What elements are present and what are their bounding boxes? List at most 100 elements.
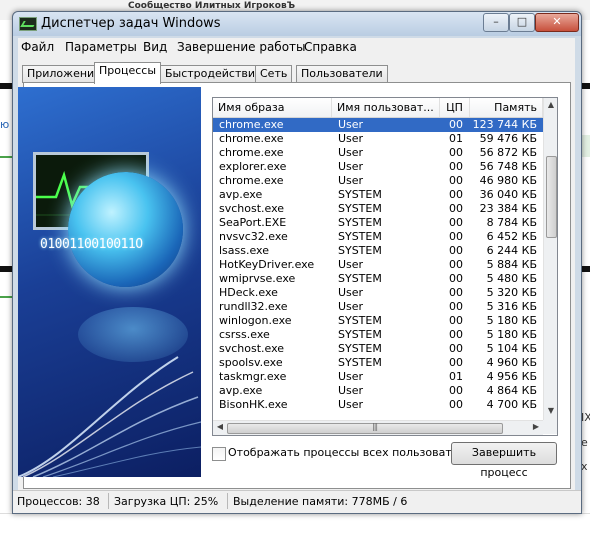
process-user: SYSTEM — [338, 202, 382, 215]
scroll-up-icon[interactable]: ▲ — [544, 100, 557, 109]
tab-users[interactable]: Пользователи — [296, 65, 388, 83]
column-cpu[interactable]: ЦП — [440, 98, 470, 117]
end-process-button[interactable]: Завершить процесс — [451, 442, 557, 479]
table-row[interactable]: avp.exe SYSTEM 00 36 040 КБ — [213, 188, 543, 202]
tab-performance[interactable]: Быстродействие — [160, 65, 267, 83]
table-row[interactable]: rundll32.exe User 00 5 316 КБ — [213, 300, 543, 314]
status-bar: Процессов: 38 Загрузка ЦП: 25% Выделение… — [13, 490, 581, 513]
process-rows: chrome.exe User 00 123 744 КБ chrome.exe User… — [213, 118, 543, 412]
scroll-left-icon[interactable]: ◀ — [213, 422, 227, 431]
process-cpu: 01 — [449, 370, 463, 383]
status-divider — [227, 493, 228, 509]
process-cpu: 00 — [449, 216, 463, 229]
menu-help[interactable]: Справка — [304, 40, 357, 54]
table-row[interactable]: csrss.exe SYSTEM 00 5 180 КБ — [213, 328, 543, 342]
table-row[interactable]: chrome.exe User 00 123 744 КБ — [213, 118, 543, 132]
status-process-count: Процессов: 38 — [17, 495, 100, 508]
table-row[interactable]: HotKeyDriver.exe User 00 5 884 КБ — [213, 258, 543, 272]
process-name: spoolsv.exe — [219, 356, 283, 369]
process-memory: 5 320 КБ — [486, 286, 537, 299]
table-row[interactable]: nvsvc32.exe SYSTEM 00 6 452 КБ — [213, 230, 543, 244]
process-memory: 56 748 КБ — [479, 160, 537, 173]
process-name: chrome.exe — [219, 132, 284, 145]
process-cpu: 00 — [449, 202, 463, 215]
window-title: Диспетчер задач Windows — [41, 16, 221, 31]
table-row[interactable]: BisonHK.exe User 00 4 700 КБ — [213, 398, 543, 412]
process-memory: 23 384 КБ — [479, 202, 537, 215]
close-button[interactable]: ✕ — [535, 13, 579, 32]
table-row[interactable]: taskmgr.exe User 01 4 956 КБ — [213, 370, 543, 384]
menu-options[interactable]: Параметры — [65, 40, 137, 54]
tab-network[interactable]: Сеть — [255, 65, 293, 83]
process-user: User — [338, 132, 364, 145]
process-name: BisonHK.exe — [219, 398, 288, 411]
process-memory: 59 476 КБ — [479, 132, 537, 145]
process-name: chrome.exe — [219, 146, 284, 159]
table-row[interactable]: HDeck.exe User 00 5 320 КБ — [213, 286, 543, 300]
column-user-name[interactable]: Имя пользоват... — [332, 98, 440, 117]
show-all-processes-checkbox[interactable] — [212, 447, 226, 461]
process-cpu: 00 — [449, 328, 463, 341]
background-footer — [0, 513, 590, 538]
process-memory: 4 700 КБ — [486, 398, 537, 411]
table-row[interactable]: wmiprvse.exe SYSTEM 00 5 480 КБ — [213, 272, 543, 286]
process-list[interactable]: Имя образа Имя пользоват... ЦП Память ch… — [212, 97, 558, 436]
decorative-banner: 0100110010011O — [18, 87, 201, 477]
table-row[interactable]: lsass.exe SYSTEM 00 6 244 КБ — [213, 244, 543, 258]
horizontal-scroll-thumb[interactable]: ||| — [227, 422, 503, 434]
table-row[interactable]: chrome.exe User 00 56 872 КБ — [213, 146, 543, 160]
menu-shutdown[interactable]: Завершение работы — [177, 40, 306, 54]
table-row[interactable]: avp.exe User 00 4 864 КБ — [213, 384, 543, 398]
table-row[interactable]: SeaPort.EXE SYSTEM 00 8 784 КБ — [213, 216, 543, 230]
process-name: csrss.exe — [219, 328, 270, 341]
process-cpu: 00 — [449, 272, 463, 285]
process-user: User — [338, 370, 364, 383]
maximize-button[interactable]: □ — [509, 13, 535, 32]
process-memory: 36 040 КБ — [479, 188, 537, 201]
process-cpu: 00 — [449, 174, 463, 187]
table-row[interactable]: spoolsv.exe SYSTEM 00 4 960 КБ — [213, 356, 543, 370]
process-name: HotKeyDriver.exe — [219, 258, 315, 271]
process-cpu: 00 — [449, 286, 463, 299]
process-memory: 123 744 КБ — [472, 118, 537, 131]
title-bar[interactable]: Диспетчер задач Windows – □ ✕ — [13, 12, 581, 36]
background-link[interactable]: ю — [0, 118, 9, 131]
table-row[interactable]: svchost.exe SYSTEM 00 23 384 КБ — [213, 202, 543, 216]
process-cpu: 00 — [449, 384, 463, 397]
process-cpu: 00 — [449, 244, 463, 257]
vertical-scrollbar[interactable]: ▲ ▼ — [543, 98, 557, 420]
process-list-header: Имя образа Имя пользоват... ЦП Память — [213, 98, 543, 118]
scroll-down-icon[interactable]: ▼ — [544, 406, 557, 415]
process-user: SYSTEM — [338, 188, 382, 201]
process-user: SYSTEM — [338, 216, 382, 229]
process-name: svchost.exe — [219, 342, 285, 355]
background-header-text: Сообщество Илитных ИгроковЪ — [128, 1, 296, 11]
vertical-scroll-thumb[interactable] — [546, 156, 557, 238]
process-cpu: 00 — [449, 342, 463, 355]
table-row[interactable]: chrome.exe User 01 59 476 КБ — [213, 132, 543, 146]
tab-processes[interactable]: Процессы — [94, 62, 162, 84]
task-manager-icon — [19, 17, 37, 31]
table-row[interactable]: explorer.exe User 00 56 748 КБ — [213, 160, 543, 174]
process-memory: 6 452 КБ — [486, 230, 537, 243]
horizontal-scrollbar[interactable]: ◀ ||| ▶ — [213, 420, 543, 435]
process-memory: 5 180 КБ — [486, 314, 537, 327]
menu-view[interactable]: Вид — [143, 40, 167, 54]
process-user: SYSTEM — [338, 342, 382, 355]
process-cpu: 00 — [449, 398, 463, 411]
process-cpu: 00 — [449, 300, 463, 313]
process-cpu: 01 — [449, 132, 463, 145]
process-name: HDeck.exe — [219, 286, 278, 299]
process-memory: 46 980 КБ — [479, 174, 537, 187]
process-cpu: 00 — [449, 188, 463, 201]
menu-file[interactable]: Файл — [21, 40, 54, 54]
table-row[interactable]: winlogon.exe SYSTEM 00 5 180 КБ — [213, 314, 543, 328]
column-image-name[interactable]: Имя образа — [213, 98, 332, 117]
process-name: lsass.exe — [219, 244, 269, 257]
minimize-button[interactable]: – — [483, 13, 509, 32]
column-memory[interactable]: Память — [470, 98, 543, 117]
show-all-processes-label[interactable]: Отображать процессы всех пользователей — [228, 446, 479, 459]
table-row[interactable]: chrome.exe User 00 46 980 КБ — [213, 174, 543, 188]
scroll-right-icon[interactable]: ▶ — [529, 422, 543, 431]
table-row[interactable]: svchost.exe SYSTEM 00 5 104 КБ — [213, 342, 543, 356]
